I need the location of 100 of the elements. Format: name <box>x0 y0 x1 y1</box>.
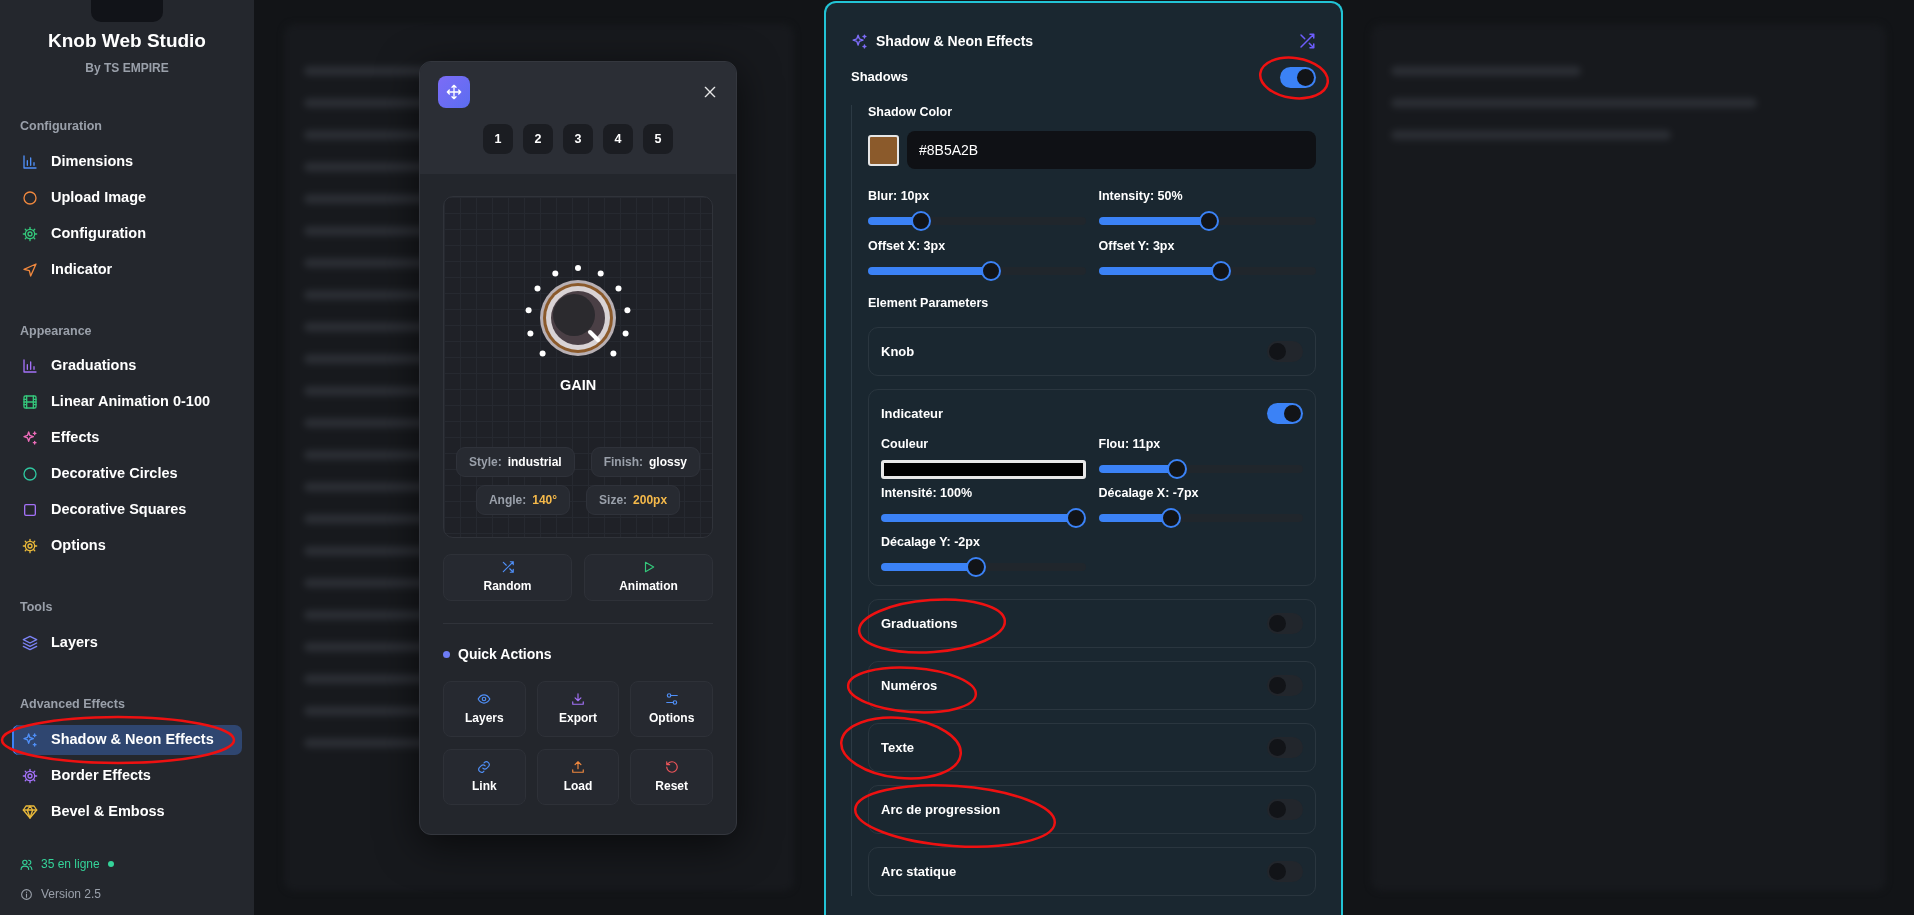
preset-button[interactable]: 4 <box>603 124 633 154</box>
square-icon <box>22 502 38 519</box>
slider-thumb[interactable] <box>1166 459 1187 479</box>
slider-thumb[interactable] <box>1161 508 1182 528</box>
sparkles-icon <box>22 731 38 748</box>
quick-action-button[interactable]: Layers <box>443 681 526 737</box>
quick-action-button[interactable]: Export <box>536 681 620 737</box>
sidebar-item[interactable]: Bevel & Emboss <box>12 796 242 827</box>
action-button[interactable]: Random <box>443 554 572 601</box>
slider-thumb[interactable] <box>911 211 932 231</box>
slider[interactable] <box>1098 261 1316 281</box>
panel-title: Shadow & Neon Effects <box>876 31 1034 51</box>
close-button[interactable] <box>702 84 718 100</box>
slider-label: Blur: 10px <box>868 189 931 204</box>
slider[interactable] <box>1098 211 1316 231</box>
preset-button[interactable]: 3 <box>563 124 593 154</box>
sidebar-item[interactable]: Indicator <box>12 254 242 285</box>
color-swatch[interactable] <box>868 134 899 166</box>
gear-icon <box>22 767 38 784</box>
setting-label: Couleur <box>881 437 930 452</box>
color-bar[interactable] <box>881 460 1086 479</box>
setting-label: Texte <box>881 738 914 757</box>
slider-thumb[interactable] <box>1065 508 1086 528</box>
sidebar-item[interactable]: Configuration <box>12 218 242 249</box>
hand-drawn-circle <box>1259 56 1329 100</box>
sidebar-item[interactable]: Upload Image <box>12 182 242 213</box>
info-value: 140° <box>532 492 558 509</box>
sidebar-item[interactable]: Border Effects <box>12 760 242 791</box>
version-text: Version 2.5 <box>41 886 102 903</box>
info-key: Finish: <box>603 453 643 471</box>
slider-thumb[interactable] <box>965 557 986 577</box>
slider-label: Décalage Y: -2px <box>881 535 981 550</box>
shuffle-button[interactable] <box>1298 32 1316 50</box>
bullet-dot <box>443 651 450 658</box>
sidebar-item[interactable]: Layers <box>12 628 242 659</box>
toggle-switch[interactable] <box>1280 66 1316 88</box>
quick-action-button[interactable]: Reset <box>630 749 713 805</box>
knob-label: GAIN <box>559 376 597 395</box>
sidebar-item[interactable]: Shadow & Neon Effects <box>12 724 242 755</box>
slider[interactable] <box>1098 459 1303 479</box>
toggle-switch[interactable] <box>1267 861 1303 882</box>
sidebar-item[interactable]: Graduations <box>12 351 242 382</box>
app-subtitle: By TS EMPIRE <box>84 59 170 77</box>
users-icon <box>20 857 33 871</box>
status-dot <box>107 861 114 867</box>
toggle-switch[interactable] <box>1267 737 1303 758</box>
sidebar-item[interactable]: Decorative Circles <box>12 459 242 490</box>
color-input[interactable]: #8B5A2B <box>907 131 1316 169</box>
setting-label: Numéros <box>881 676 938 695</box>
slider-label: Flou: 11px <box>1098 437 1162 452</box>
preset-button[interactable]: 2 <box>523 124 553 154</box>
section-heading: Advanced Effects <box>19 696 126 714</box>
setting-label: Arc statique <box>881 862 957 881</box>
toggle-switch[interactable] <box>1267 799 1303 820</box>
info-key: Style: <box>468 453 502 471</box>
info-key: Angle: <box>488 491 527 509</box>
circle-icon <box>22 466 38 483</box>
setting-label: Shadows <box>851 68 909 87</box>
toggle-switch[interactable] <box>1267 403 1303 424</box>
gear-icon <box>22 225 38 242</box>
info-value: glossy <box>649 454 687 471</box>
download-icon <box>571 691 585 706</box>
action-button[interactable]: Animation <box>584 554 713 601</box>
film-icon <box>22 394 38 411</box>
shuffle-icon <box>500 560 515 574</box>
toggle-switch[interactable] <box>1267 341 1303 362</box>
slider[interactable] <box>868 211 1086 231</box>
slider[interactable] <box>1098 508 1303 528</box>
toggle-switch[interactable] <box>1267 675 1303 696</box>
sidebar-item[interactable]: Dimensions <box>12 146 242 177</box>
bar-chart-icon <box>22 358 38 375</box>
move-handle[interactable] <box>438 76 470 108</box>
quick-action-button[interactable]: Options <box>630 681 713 737</box>
sparkles-icon <box>22 430 38 447</box>
slider-thumb[interactable] <box>1211 261 1232 281</box>
sidebar-item[interactable]: Options <box>12 531 242 562</box>
slider[interactable] <box>868 261 1086 281</box>
sidebar-item[interactable]: Decorative Squares <box>12 495 242 526</box>
preset-button[interactable]: 1 <box>483 124 513 154</box>
eye-icon <box>477 691 492 706</box>
slider[interactable] <box>881 557 1086 577</box>
sidebar-item[interactable]: Linear Animation 0-100 <box>12 387 242 418</box>
layers-icon <box>22 635 38 652</box>
sidebar-item[interactable]: Effects <box>12 423 242 454</box>
navigation-arrow-icon <box>22 261 38 278</box>
slider-label: Offset Y: 3px <box>1098 239 1176 254</box>
gem-icon <box>22 803 38 820</box>
setting-label: Graduations <box>881 614 958 633</box>
quick-action-button[interactable]: Load <box>536 749 620 805</box>
quick-action-button[interactable]: Link <box>443 749 526 805</box>
online-count: 35 en ligne <box>41 856 100 873</box>
info-icon <box>20 887 33 901</box>
app-title: Knob Web Studio <box>47 30 207 53</box>
preset-button[interactable]: 5 <box>643 124 673 154</box>
section-heading: Configuration <box>19 117 103 135</box>
slider-thumb[interactable] <box>980 261 1001 281</box>
shuffle-icon <box>1298 32 1316 50</box>
slider[interactable] <box>881 508 1086 528</box>
toggle-switch[interactable] <box>1267 613 1303 634</box>
slider-thumb[interactable] <box>1199 211 1220 231</box>
